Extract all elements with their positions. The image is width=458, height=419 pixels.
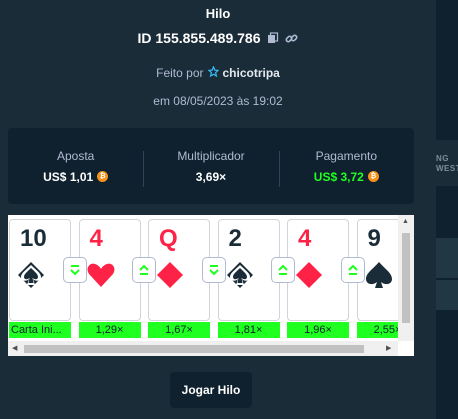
card-history-item: 4 1,96×: [287, 219, 349, 338]
star-icon: [206, 65, 220, 80]
playing-card: Q: [148, 219, 210, 321]
background-page-strip: NG WEST: [436, 0, 458, 419]
scroll-up-icon[interactable]: ▲: [402, 218, 409, 225]
horizontal-scrollbar[interactable]: ◀ ▶: [8, 341, 398, 356]
card-rank: 10: [20, 225, 47, 252]
higher-guess-icon: [271, 257, 295, 283]
card-rank: 4: [89, 225, 103, 252]
made-by-label: Feito por: [156, 66, 204, 80]
higher-guess-icon: [132, 257, 156, 283]
stat-payout: Pagamento US$ 3,72 ₿: [278, 148, 414, 187]
stat-payout-value: US$ 3,72: [313, 169, 364, 184]
background-row: [436, 238, 458, 278]
username-link[interactable]: chicotripa: [223, 66, 280, 80]
background-text-1: NG: [436, 154, 449, 163]
stat-multiplier: Multiplicador 3,69×: [143, 148, 278, 187]
scroll-left-icon[interactable]: ◀: [12, 344, 17, 352]
bitcoin-icon: ₿: [367, 171, 379, 182]
higher-guess-icon: [340, 257, 365, 283]
made-by-row: Feito por chicotripa: [0, 65, 436, 80]
card-rank: 2: [228, 225, 242, 252]
cards-viewport[interactable]: 10 Carta Ini... 4 1,29× Q 1,67× 2 1,81× 4 1,96× 9 2…: [8, 215, 398, 341]
background-text-2: WEST: [436, 164, 458, 173]
scroll-right-icon[interactable]: ▶: [386, 344, 391, 352]
diamond-suit-icon: [294, 260, 324, 290]
bitcoin-icon: ₿: [97, 171, 109, 182]
card-rank: 9: [367, 225, 381, 252]
stat-bet-value-row: US$ 1,01 ₿: [8, 170, 143, 184]
card-multiplier: 1,81×: [217, 322, 280, 338]
horizontal-scroll-thumb[interactable]: [24, 345, 364, 353]
stat-payout-value-row: US$ 3,72 ₿: [279, 170, 414, 184]
card-history-item: Q 1,67×: [148, 219, 210, 338]
card-history-item: 10 Carta Ini...: [9, 219, 71, 338]
card-multiplier: 1,96×: [287, 322, 349, 338]
spade-diamond-suit-icon: [225, 260, 255, 290]
game-id-text: ID 155.855.489.786: [137, 30, 261, 46]
lower-guess-icon: [62, 257, 87, 283]
copy-icon[interactable]: [266, 31, 280, 45]
modal-title: Hilo: [205, 6, 231, 21]
card-rank: 4: [298, 225, 312, 252]
stat-bet: Aposta US$ 1,01 ₿: [8, 149, 143, 184]
stat-multiplier-label: Multiplicador: [177, 148, 245, 163]
play-hilo-button[interactable]: Jogar Hilo: [170, 372, 252, 408]
spade-diamond-suit-icon: [16, 260, 46, 290]
bet-details-modal: Hilo ID 155.855.489.786 Feito por chicot…: [0, 0, 436, 419]
diamond-suit-icon: [155, 260, 185, 290]
stat-payout-label: Pagamento: [315, 148, 378, 163]
heart-suit-icon: [86, 260, 116, 290]
spade-suit-icon: [364, 260, 394, 290]
link-icon[interactable]: [285, 31, 299, 45]
bet-stats-panel: Aposta US$ 1,01 ₿ Multiplicador 3,69× Pa…: [8, 128, 414, 204]
game-id-row: ID 155.855.489.786: [0, 30, 436, 46]
card-multiplier: 1,29×: [78, 322, 141, 338]
stat-bet-value: US$ 1,01: [43, 169, 94, 184]
card-rank: Q: [159, 225, 178, 252]
background-row: [436, 280, 458, 310]
stat-multiplier-value: 3,69×: [195, 169, 227, 184]
vertical-scroll-thumb[interactable]: [402, 233, 410, 323]
stat-bet-label: Aposta: [56, 148, 95, 163]
card-multiplier: 2,55×: [356, 322, 398, 338]
playing-card: 10: [9, 219, 71, 321]
card-multiplier: Carta Ini...: [9, 322, 71, 338]
vertical-scrollbar[interactable]: ▲: [398, 215, 414, 341]
card-multiplier: 1,67×: [148, 322, 210, 338]
lower-guess-icon: [201, 257, 226, 283]
playing-card: 4: [287, 219, 349, 321]
cards-history-panel: 10 Carta Ini... 4 1,29× Q 1,67× 2 1,81× 4 1,96× 9 2…: [8, 215, 414, 356]
bet-date: em 08/05/2023 às 19:02: [153, 94, 283, 108]
